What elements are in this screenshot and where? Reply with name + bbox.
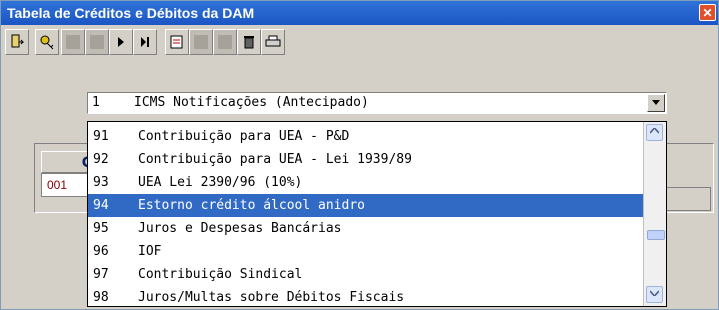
first-record-button[interactable] [61, 29, 85, 55]
previous-record-button[interactable] [85, 29, 109, 55]
window-title: Tabela de Créditos e Débitos da DAM [7, 5, 255, 21]
list-item-code: 94 [93, 198, 109, 213]
scroll-down-button[interactable] [646, 286, 663, 303]
key-button[interactable] [35, 29, 59, 55]
chevron-down-icon [649, 290, 660, 298]
list-item[interactable]: 96 IOF [88, 240, 644, 263]
next-record-icon [118, 37, 124, 47]
list-item-code: 95 [93, 221, 109, 236]
dropdown-list[interactable]: 91 Contribuição para UEA - P&D 92 Contri… [87, 121, 667, 307]
combo-selected-text: ICMS Notificações (Antecipado) [134, 95, 369, 110]
last-record-button[interactable] [133, 29, 157, 55]
close-button[interactable]: ✕ [699, 4, 716, 21]
list-item[interactable]: 92 Contribuição para UEA - Lei 1939/89 [88, 148, 644, 171]
vertical-scrollbar[interactable] [643, 122, 666, 306]
last-record-icon [141, 37, 149, 47]
list-item[interactable]: 98 Juros/Multas sobre Débitos Fiscais [88, 286, 644, 309]
tax-type-combobox[interactable]: 1 ICMS Notificações (Antecipado) [87, 92, 667, 114]
list-item-text: Contribuição para UEA - P&D [138, 129, 350, 144]
scroll-thumb[interactable] [647, 230, 665, 240]
cancel-button[interactable] [213, 29, 237, 55]
list-item-text: IOF [138, 244, 162, 259]
cancel-icon [218, 35, 232, 49]
list-item-code: 91 [93, 129, 109, 144]
delete-icon [244, 36, 254, 49]
list-item-text: Estorno crédito álcool anidro [138, 198, 365, 213]
delete-button[interactable] [237, 29, 261, 55]
list-item[interactable]: 91 Contribuição para UEA - P&D [88, 125, 644, 148]
exit-button[interactable] [5, 29, 29, 55]
list-item-code: 98 [93, 290, 109, 305]
chevron-up-icon [649, 126, 660, 134]
save-button[interactable] [189, 29, 213, 55]
list-item-code: 92 [93, 152, 109, 167]
first-record-icon [66, 35, 80, 49]
combo-selected-code: 1 [92, 95, 100, 110]
list-item-code: 93 [93, 175, 109, 190]
exit-icon [11, 34, 25, 48]
print-button[interactable] [261, 29, 285, 55]
edit-icon [170, 35, 183, 49]
edit-button[interactable] [165, 29, 189, 55]
previous-record-icon [90, 35, 104, 49]
list-item-text: Juros/Multas sobre Débitos Fiscais [138, 290, 405, 305]
dropdown-arrow-button[interactable] [647, 94, 665, 112]
scroll-up-button[interactable] [646, 124, 663, 141]
list-item-selected[interactable]: 94 Estorno crédito álcool anidro [88, 194, 644, 217]
list-item[interactable]: 95 Juros e Despesas Bancárias [88, 217, 644, 240]
print-icon [265, 35, 281, 47]
key-icon [40, 35, 54, 50]
chevron-down-icon [652, 100, 660, 105]
list-item-text: Contribuição para UEA - Lei 1939/89 [138, 152, 412, 167]
save-icon [194, 35, 208, 49]
list-item-text: Contribuição Sindical [138, 267, 303, 282]
list-item[interactable]: 93 UEA Lei 2390/96 (10%) [88, 171, 644, 194]
list-item-code: 96 [93, 244, 109, 259]
title-bar[interactable]: Tabela de Créditos e Débitos da DAM ✕ [1, 1, 718, 25]
list-item-text: Juros e Despesas Bancárias [138, 221, 342, 236]
list-item-text: UEA Lei 2390/96 (10%) [138, 175, 303, 190]
dam-window: Tabela de Créditos e Débitos da DAM ✕ C [0, 0, 719, 310]
grid-cell-right[interactable] [661, 187, 711, 211]
list-item[interactable]: 97 Contribuição Sindical [88, 263, 644, 286]
next-record-button[interactable] [109, 29, 133, 55]
list-item-code: 97 [93, 267, 109, 282]
